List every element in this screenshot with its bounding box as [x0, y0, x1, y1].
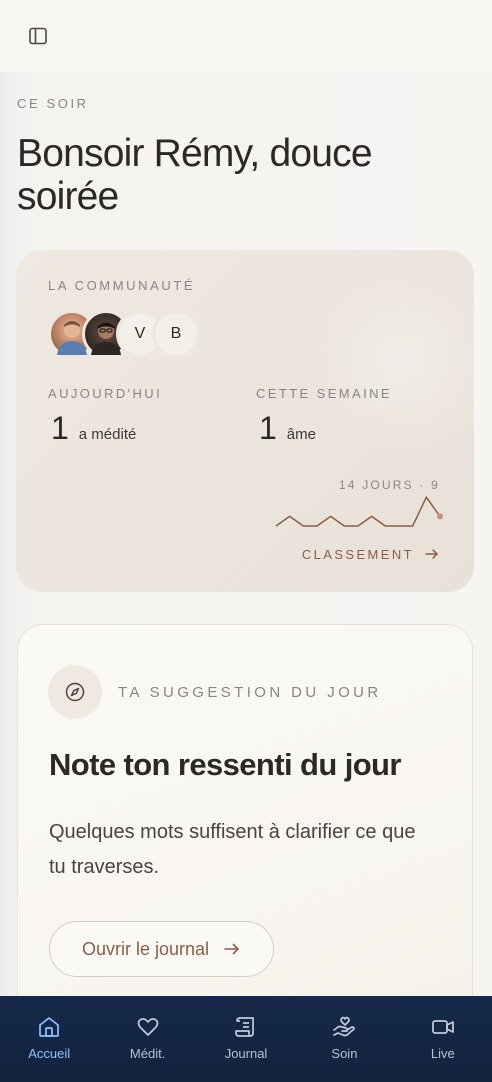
- sidebar-toggle-button[interactable]: [24, 22, 52, 50]
- compass-badge: [48, 665, 102, 719]
- open-journal-button[interactable]: Ouvrir le journal: [49, 921, 274, 977]
- today-stat-unit: a médité: [78, 426, 137, 443]
- sparkline-caption: 14 JOURS · 9: [338, 478, 440, 492]
- sparkline-path: [275, 496, 441, 527]
- nav-label: Soin: [331, 1046, 358, 1061]
- time-of-day-label: CE SOIR: [17, 96, 89, 111]
- arrow-right-icon: [425, 549, 439, 559]
- nav-label: Accueil: [28, 1046, 71, 1061]
- community-label: LA COMMUNAUTÉ: [48, 278, 196, 293]
- open-journal-label: Ouvrir le journal: [81, 938, 210, 959]
- today-stat: 1 a médité: [51, 410, 136, 447]
- today-stat-value: 1: [51, 410, 69, 446]
- nav-item-live[interactable]: Live: [394, 996, 492, 1082]
- nav-item-medit[interactable]: Médit.: [98, 996, 196, 1082]
- classement-label: CLASSEMENT: [301, 546, 414, 562]
- classement-link[interactable]: CLASSEMENT: [302, 546, 440, 562]
- card-glow: [304, 260, 474, 460]
- arrow-right-icon: [224, 943, 240, 955]
- app-screen: CE SOIR Bonsoir Rémy, douce soirée LA CO…: [0, 0, 492, 1082]
- avatar-initial: B: [152, 310, 200, 358]
- nav-label: Live: [430, 1046, 455, 1061]
- suggestion-title: Note ton ressenti du jour: [49, 747, 401, 782]
- sparkline-end-dot: [437, 513, 443, 520]
- week-stat: 1 âme: [259, 410, 316, 447]
- community-card: LA COMMUNAUTÉ V B AUJOURD'HUI 1 a médité…: [16, 250, 474, 592]
- suggestion-description: Quelques mots suffisent à clarifier ce q…: [49, 821, 416, 878]
- week-stat-label: CETTE SEMAINE: [256, 386, 392, 401]
- sidebar-icon: [29, 27, 47, 45]
- nav-item-journal[interactable]: Journal: [197, 996, 295, 1082]
- video-icon: [431, 1020, 454, 1034]
- today-stat-label: AUJOURD'HUI: [48, 386, 163, 401]
- top-bar: [0, 0, 492, 72]
- suggestion-eyebrow: TA SUGGESTION DU JOUR: [118, 684, 382, 701]
- nav-label: Médit.: [129, 1046, 166, 1061]
- hand-heart-icon: [333, 1016, 356, 1037]
- week-stat-unit: âme: [286, 426, 316, 443]
- nav-label: Journal: [224, 1046, 268, 1061]
- greeting-title: Bonsoir Rémy, douce soirée: [17, 132, 373, 218]
- compass-icon: [65, 682, 85, 702]
- heart-icon: [137, 1018, 158, 1036]
- bottom-navigation: Accueil Médit. Journal Soin Live: [0, 996, 492, 1082]
- nav-item-accueil[interactable]: Accueil: [0, 996, 98, 1082]
- week-stat-value: 1: [259, 410, 277, 446]
- daily-suggestion-card: TA SUGGESTION DU JOUR Note ton ressenti …: [17, 624, 473, 1044]
- activity-sparkline: [275, 496, 443, 527]
- scroll-icon: [235, 1017, 254, 1037]
- home-icon: [39, 1017, 60, 1037]
- nav-item-soin[interactable]: Soin: [295, 996, 393, 1082]
